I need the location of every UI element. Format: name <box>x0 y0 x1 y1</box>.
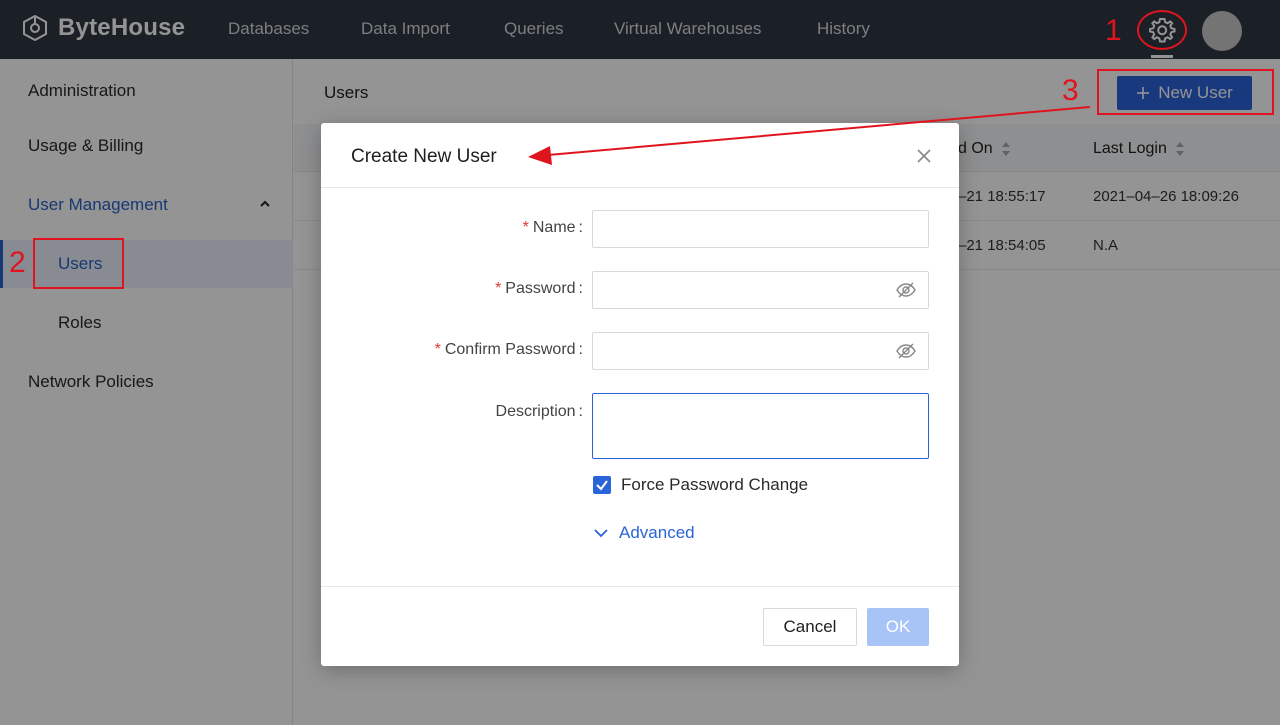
eye-hidden-icon[interactable] <box>896 282 916 298</box>
ok-button[interactable]: OK <box>867 608 929 646</box>
password-input[interactable] <box>592 271 929 309</box>
name-label-text: Name <box>532 219 576 236</box>
name-label: * Name: <box>523 219 583 237</box>
description-label: Description: <box>496 403 583 421</box>
confirm-password-label-text: Confirm Password <box>444 341 576 358</box>
confirm-password-label: * Confirm Password: <box>435 341 583 359</box>
annotation-ellipse-gear <box>1137 10 1187 50</box>
annotation-step-3: 3 <box>1062 74 1079 107</box>
dialog-footer-divider <box>321 586 959 587</box>
description-label-text: Description <box>495 403 576 420</box>
checkmark-icon <box>596 480 608 491</box>
annotation-step-2: 2 <box>9 246 26 279</box>
name-input[interactable] <box>592 210 929 248</box>
required-mark: * <box>495 280 502 297</box>
required-mark: * <box>434 341 441 358</box>
required-mark: * <box>522 219 529 236</box>
label-colon: : <box>578 280 583 297</box>
description-textarea[interactable] <box>592 393 929 459</box>
dialog-header-divider <box>321 187 959 188</box>
create-user-dialog: Create New User * Name: * Password: * Confi… <box>321 123 959 666</box>
advanced-toggle[interactable]: Advanced <box>593 523 695 543</box>
annotation-box-users <box>33 238 124 289</box>
confirm-password-input[interactable] <box>592 332 929 370</box>
eye-hidden-icon[interactable] <box>896 343 916 359</box>
dialog-title: Create New User <box>351 146 497 167</box>
force-password-change-checkbox[interactable] <box>593 476 611 494</box>
advanced-label: Advanced <box>619 523 695 542</box>
annotation-step-1: 1 <box>1105 14 1122 47</box>
force-password-change-label[interactable]: Force Password Change <box>621 475 808 495</box>
password-label: * Password: <box>495 280 583 298</box>
cancel-button[interactable]: Cancel <box>763 608 857 646</box>
password-label-text: Password <box>505 280 576 297</box>
label-colon: : <box>578 341 583 358</box>
annotation-box-new-user <box>1097 69 1274 115</box>
label-colon: : <box>578 403 583 420</box>
chevron-down-icon <box>594 529 608 538</box>
label-colon: : <box>578 219 583 236</box>
close-icon[interactable] <box>916 148 932 164</box>
